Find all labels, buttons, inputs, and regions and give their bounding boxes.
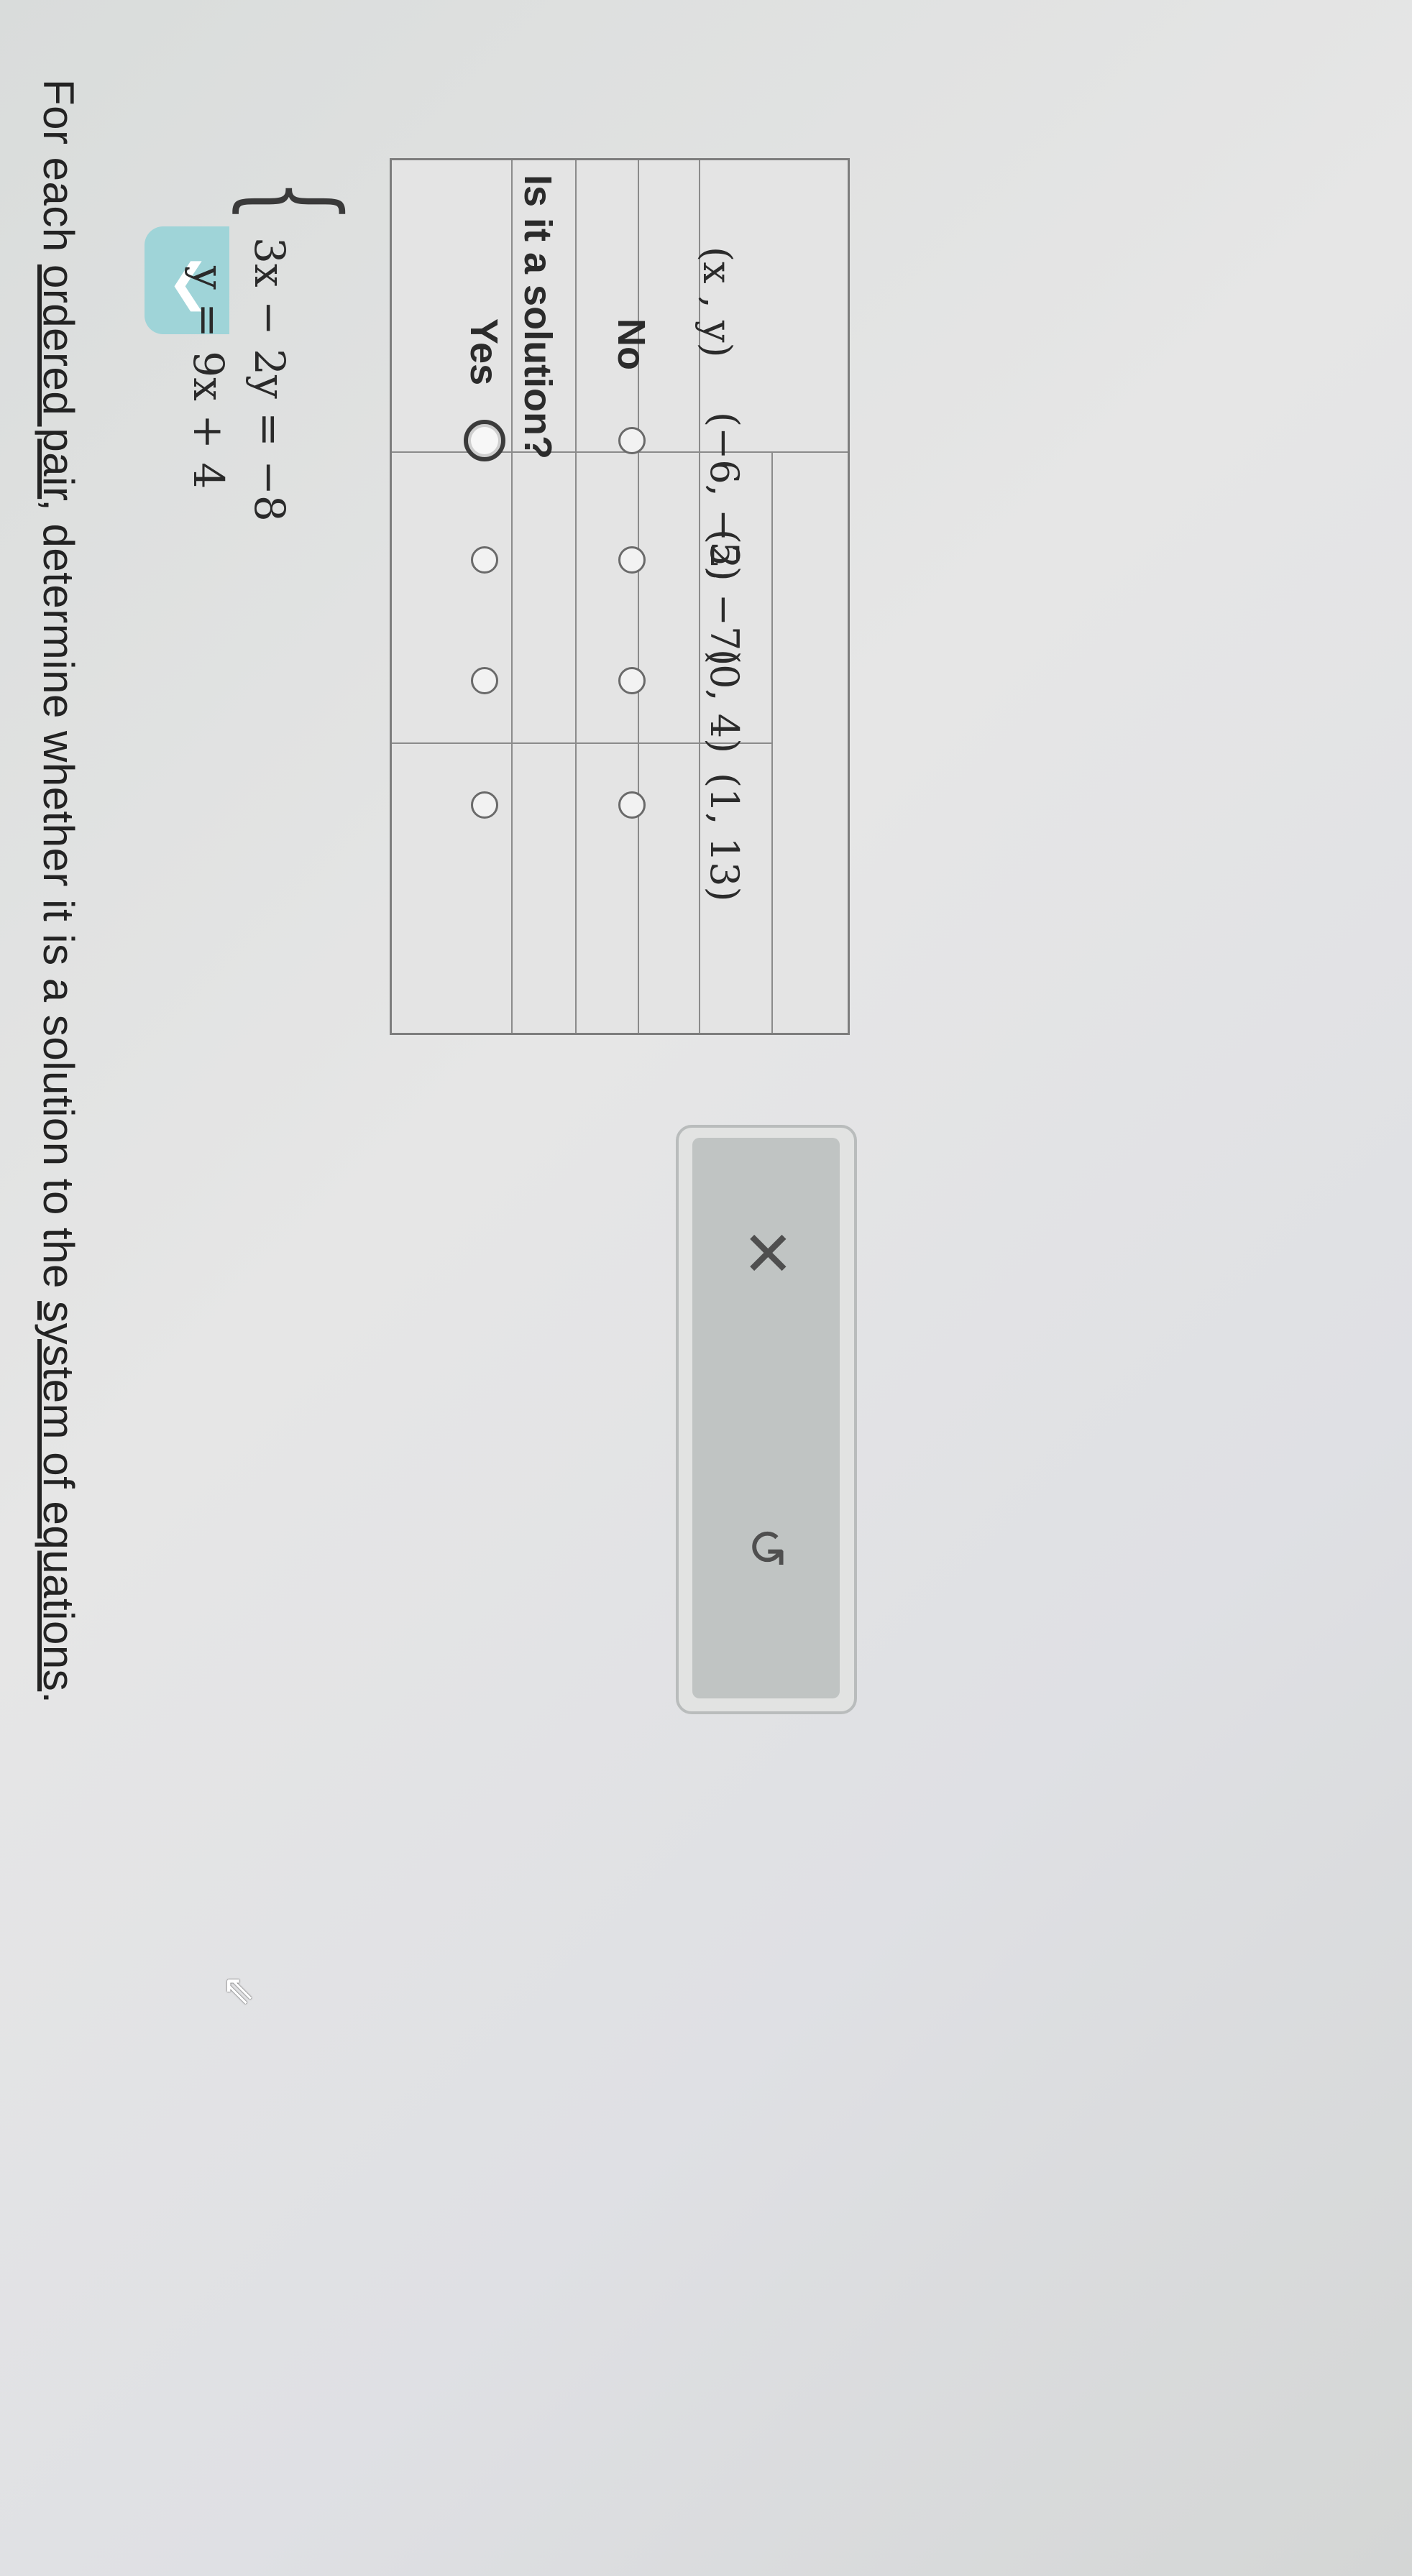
solution-table: (x , y) Is it a solution? Yes No (−6, −5… <box>390 158 850 1035</box>
column-header-no: No <box>610 318 653 370</box>
undo-button[interactable]: ↺ <box>723 1504 810 1591</box>
ordered-pair-link[interactable]: ordered pair <box>35 264 83 499</box>
no-radio[interactable] <box>618 791 646 819</box>
mouse-pointer-icon: ⇖ <box>221 1966 255 2013</box>
system-brace: { <box>223 180 365 223</box>
table-row: (0, 4) <box>392 620 848 753</box>
no-radio[interactable] <box>618 667 646 694</box>
column-header-pair: (x , y) <box>694 247 740 358</box>
yes-radio[interactable] <box>471 546 498 574</box>
ordered-pair-cell: (0, 4) <box>702 649 747 754</box>
ordered-pair-cell: (1, 13) <box>702 773 747 902</box>
yes-radio[interactable] <box>471 791 498 819</box>
table-row: (1, 13) <box>392 744 848 902</box>
equation-1: y = 9x + 4 <box>184 266 233 489</box>
system-of-equations-link[interactable]: system of equations <box>35 1301 83 1691</box>
action-panel-inner: ✕ ↺ <box>692 1138 840 1698</box>
close-icon: ✕ <box>730 1226 802 1279</box>
instruction-suffix: . <box>35 1691 83 1704</box>
table-row: (−6, −5) <box>392 383 848 581</box>
undo-icon: ↺ <box>737 1526 796 1569</box>
no-radio[interactable] <box>618 546 646 574</box>
answer-action-panel: ✕ ↺ <box>676 1125 857 1714</box>
clear-button[interactable]: ✕ <box>723 1210 810 1296</box>
equation-2: 3x − 2y = −8 <box>245 237 294 522</box>
yes-radio[interactable] <box>471 667 498 694</box>
table-row: (2, −7) <box>392 500 848 666</box>
no-radio[interactable] <box>618 427 646 454</box>
instruction-middle: , determine whether it is a solution to … <box>35 499 83 1302</box>
column-header-yes: Yes <box>462 318 505 386</box>
yes-radio[interactable] <box>464 420 505 461</box>
instruction-prefix: For each <box>35 79 83 264</box>
instruction-text: For each ordered pair, determine whether… <box>34 79 83 1703</box>
